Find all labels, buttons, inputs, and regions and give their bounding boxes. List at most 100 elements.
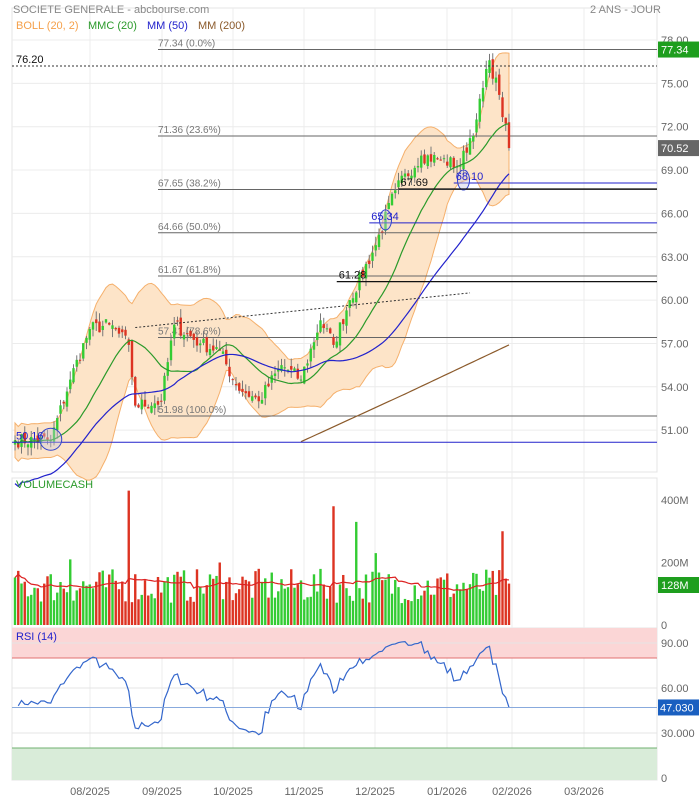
candle-body	[475, 119, 478, 133]
stock-chart: 77.34 (0.0%) 71.36 (23.6%) 67.65 (38.2%) 64…	[0, 0, 699, 800]
volume-bar	[468, 584, 472, 625]
fib-label: 64.66 (50.0%)	[158, 222, 221, 233]
volume-bar	[322, 584, 325, 625]
volume-bar	[504, 578, 507, 625]
volume-bar	[182, 570, 186, 625]
volume-bar	[280, 579, 283, 625]
price-tick: 72.00	[661, 122, 689, 134]
candle-body	[208, 349, 212, 355]
candle-body	[348, 300, 351, 308]
candle-body	[192, 333, 195, 340]
volume-bar	[257, 568, 260, 625]
candle-body	[69, 379, 72, 390]
candle-body	[169, 340, 173, 361]
volume-bar	[238, 589, 241, 625]
candle-body	[485, 68, 488, 88]
rsi-tick: 60.00	[661, 683, 689, 695]
candle-body	[241, 388, 244, 392]
price-tick: 66.00	[661, 208, 689, 220]
candle-body	[182, 334, 186, 340]
candle-body	[59, 405, 62, 414]
volume-bar	[75, 590, 78, 625]
candle-body	[296, 368, 299, 379]
candle-body	[179, 317, 182, 336]
volume-bar	[462, 582, 465, 625]
candle-body	[251, 396, 254, 401]
fib-label: 77.34 (0.0%)	[158, 39, 215, 50]
candle-body	[371, 252, 374, 261]
volume-bar	[147, 595, 150, 625]
price-tick: 54.00	[661, 382, 689, 394]
volume-bar	[140, 594, 143, 625]
candle-body	[153, 403, 156, 409]
candle-body	[481, 87, 485, 102]
price-tick: 60.00	[661, 295, 689, 307]
volume-bar	[332, 506, 335, 625]
candle-body	[462, 150, 465, 170]
candle-body	[283, 367, 286, 369]
volume-bar	[153, 598, 156, 625]
candle-body	[195, 337, 199, 346]
candle-body	[176, 320, 179, 322]
chart-title: SOCIETE GENERALE - abcbourse.com	[13, 4, 209, 16]
legend-mm50[interactable]: MM (50)	[147, 20, 188, 32]
candle-body	[319, 320, 322, 332]
price-tick: 75.00	[661, 78, 689, 90]
volume-bar	[381, 580, 384, 625]
candle-body	[345, 310, 348, 326]
volume-bar	[247, 581, 251, 625]
volume-bar	[290, 569, 293, 625]
candle-body	[254, 395, 257, 398]
period-label: 2 ANS - JOUR	[590, 4, 661, 16]
volume-bar	[163, 581, 166, 625]
candle-body	[397, 180, 400, 188]
candle-body	[82, 343, 85, 359]
volume-bar	[319, 568, 322, 625]
volume-bar	[202, 593, 205, 625]
legend-mmc20[interactable]: MMC (20)	[88, 20, 137, 32]
volume-bar	[446, 573, 449, 625]
volume-bar	[108, 574, 111, 625]
candle-body	[117, 327, 121, 334]
volume-bar	[104, 587, 108, 625]
legend-boll[interactable]: BOLL (20, 2)	[16, 20, 79, 32]
volume-bar	[390, 593, 394, 625]
candle-body	[332, 336, 335, 345]
candle-body	[234, 383, 238, 386]
volume-bar	[150, 593, 153, 625]
volume-bar	[218, 562, 221, 625]
candle-body	[160, 400, 163, 402]
volume-bar	[296, 584, 299, 625]
volume-bar	[491, 570, 494, 625]
volume-bar	[403, 598, 407, 625]
volume-bar	[397, 587, 400, 625]
volume-bar	[264, 578, 267, 625]
candle-body	[143, 399, 147, 407]
volume-bar	[273, 597, 277, 625]
candle-body	[85, 337, 88, 343]
volume-bar	[410, 601, 413, 625]
volume-bar	[82, 581, 85, 625]
volume-bar	[127, 490, 130, 625]
candle-body	[26, 444, 30, 448]
month-tick: 01/2026	[427, 786, 467, 798]
volume-bar	[452, 593, 455, 625]
volume-bar	[228, 577, 231, 625]
month-tick: 10/2025	[213, 786, 253, 798]
volume-bar	[348, 595, 351, 625]
volume-bar	[179, 576, 182, 625]
chart-canvas[interactable]: 77.34 (0.0%) 71.36 (23.6%) 67.65 (38.2%) 64…	[0, 0, 699, 800]
month-tick: 11/2025	[285, 786, 324, 798]
last-price-label: 70.52	[661, 143, 689, 155]
volume-bar	[283, 588, 286, 625]
volume-bar	[312, 574, 316, 625]
volume-tick: 400M	[661, 495, 689, 507]
legend-mm200[interactable]: MM (200)	[198, 20, 245, 32]
candle-body	[108, 322, 111, 325]
volume-bar	[134, 574, 137, 625]
month-tick: 08/2025	[70, 786, 110, 798]
candle-body	[163, 375, 166, 401]
candle-body	[436, 158, 439, 160]
candle-body	[186, 333, 189, 335]
volume-bar	[400, 603, 403, 625]
